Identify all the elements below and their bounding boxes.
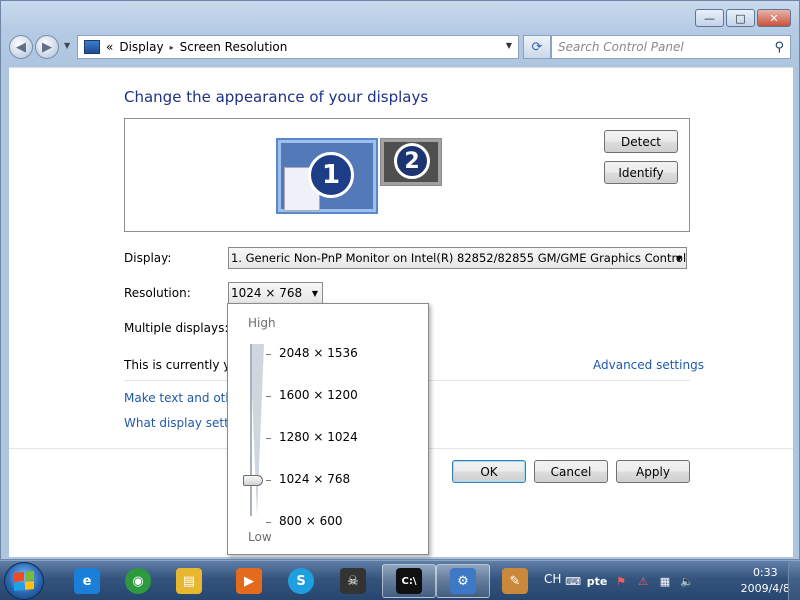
resolution-label: Resolution: (124, 286, 191, 300)
taskbar-app-paint[interactable]: ✎ (488, 564, 542, 598)
ok-button[interactable]: OK (452, 460, 526, 483)
taskbar-app-internet-explorer[interactable]: e (60, 564, 114, 598)
resolution-option[interactable]: 1600 × 1200 (279, 388, 358, 402)
action-center-icon[interactable]: ⚠ (636, 574, 650, 588)
alien-app-icon: ☠ (340, 568, 366, 594)
volume-icon[interactable]: 🔈 (680, 574, 694, 588)
clock[interactable]: 0:33 2009/4/8 (741, 565, 790, 597)
address-dropdown-icon[interactable]: ▼ (506, 41, 512, 50)
multiple-displays-label: Multiple displays: (124, 321, 229, 335)
chevron-down-icon: ▼ (311, 289, 318, 298)
taskbar-app-chrome[interactable]: ◉ (111, 564, 165, 598)
show-desktop-button[interactable] (788, 561, 800, 600)
refresh-button[interactable]: ⟳ (523, 35, 551, 59)
forward-arrow-icon: ▶ (42, 39, 52, 55)
media-player-icon: ▶ (236, 568, 262, 594)
slider-tick (266, 438, 271, 439)
command-prompt-icon: C:\ (396, 568, 422, 594)
navigation-bar: ◀ ▶ ▼ « Display ▸ Screen Resolution ▼ ⟳ … (9, 35, 791, 59)
address-bar[interactable]: « Display ▸ Screen Resolution ▼ (77, 35, 519, 59)
chrome-icon: ◉ (125, 568, 151, 594)
refresh-icon: ⟳ (531, 39, 543, 55)
forward-button[interactable]: ▶ (35, 35, 59, 59)
control-panel-icon: ⚙ (450, 568, 476, 594)
slider-tick (266, 522, 271, 523)
internet-explorer-icon: e (74, 568, 100, 594)
display-select-value: 1. Generic Non-PnP Monitor on Intel(R) 8… (231, 251, 686, 265)
display-label: Display: (124, 251, 172, 265)
taskbar-app-command-prompt[interactable]: C:\ (382, 564, 436, 598)
slider-tick (266, 396, 271, 397)
resolution-slider-track[interactable] (250, 344, 264, 516)
advanced-settings-link[interactable]: Advanced settings (593, 358, 704, 372)
breadcrumb-separator-icon[interactable]: ▸ (170, 43, 174, 52)
monitor-1[interactable]: 1 (276, 138, 378, 214)
ime-indicator[interactable]: pte (586, 574, 608, 588)
resolution-option[interactable]: 800 × 600 (279, 514, 343, 528)
taskbar-app-media-player[interactable]: ▶ (222, 564, 276, 598)
back-button[interactable]: ◀ (9, 35, 33, 59)
system-tray: CH ⌨ pte ⚑ ⚠ ▦ 🔈 0:33 2009/4/8 (540, 561, 800, 600)
chevron-down-icon: ▼ (675, 254, 682, 263)
apply-button[interactable]: Apply (616, 460, 690, 483)
maximize-button[interactable]: □ (726, 9, 755, 27)
resolution-select-value: 1024 × 768 (231, 286, 303, 300)
page-title: Change the appearance of your displays (124, 88, 429, 106)
search-placeholder: Search Control Panel (558, 40, 684, 54)
language-indicator[interactable]: CH (544, 572, 561, 586)
breadcrumb-display[interactable]: Display (119, 40, 163, 54)
monitor-2[interactable]: 2 (380, 138, 442, 186)
file-explorer-icon: ▤ (176, 568, 202, 594)
taskbar-app-skype[interactable]: S (274, 564, 328, 598)
control-panel-icon (84, 40, 100, 54)
recent-pages-dropdown[interactable]: ▼ (64, 41, 70, 50)
search-icon[interactable]: ⚲ (774, 40, 784, 55)
taskbar: e ◉ ▤ ▶ S ☠ C:\ ⚙ ✎ CH ⌨ pte ⚑ ⚠ ▦ 🔈 0:33 2009/4… (0, 560, 800, 600)
caption-buttons: — □ ✕ (695, 9, 791, 27)
clock-date: 2009/4/8 (740, 582, 790, 595)
resolution-option[interactable]: 1280 × 1024 (279, 430, 358, 444)
high-label: High (248, 316, 276, 330)
windows-logo-icon (14, 570, 34, 592)
monitor-preview: 1 2 Detect Identify (124, 118, 690, 232)
close-button[interactable]: ✕ (757, 9, 791, 27)
detect-button[interactable]: Detect (604, 130, 678, 153)
resolution-option[interactable]: 1024 × 768 (279, 472, 350, 486)
display-select[interactable]: 1. Generic Non-PnP Monitor on Intel(R) 8… (228, 247, 687, 269)
back-arrow-icon: ◀ (16, 39, 26, 55)
breadcrumb-screen-resolution[interactable]: Screen Resolution (180, 40, 288, 54)
low-label: Low (248, 530, 272, 544)
network-disconnected-icon[interactable]: ⚑ (614, 574, 628, 588)
taskbar-app-file-explorer[interactable]: ▤ (162, 564, 216, 598)
search-input[interactable]: Search Control Panel ⚲ (551, 35, 791, 59)
start-button[interactable] (4, 562, 44, 600)
resolution-slider-popup: High 2048 × 1536 1600 × 1200 1280 × 1024 10… (227, 303, 429, 555)
skype-icon: S (288, 568, 314, 594)
clock-time: 0:33 (752, 566, 778, 579)
minimize-button[interactable]: — (695, 9, 724, 27)
taskbar-app-control-panel[interactable]: ⚙ (436, 564, 490, 598)
monitor-1-number: 1 (308, 152, 354, 198)
breadcrumb-overflow[interactable]: « (106, 40, 113, 54)
taskbar-app-alien-app[interactable]: ☠ (326, 564, 380, 598)
slider-tick (266, 354, 271, 355)
resolution-slider-thumb[interactable] (243, 475, 263, 486)
slider-tick (266, 480, 271, 481)
paint-icon: ✎ (502, 568, 528, 594)
keyboard-icon[interactable]: ⌨ (565, 574, 581, 588)
resolution-option[interactable]: 2048 × 1536 (279, 346, 358, 360)
identify-button[interactable]: Identify (604, 161, 678, 184)
monitor-2-number: 2 (394, 143, 430, 179)
network-icon[interactable]: ▦ (658, 574, 672, 588)
resolution-select[interactable]: 1024 × 768 ▼ (228, 282, 323, 304)
cancel-button[interactable]: Cancel (534, 460, 608, 483)
